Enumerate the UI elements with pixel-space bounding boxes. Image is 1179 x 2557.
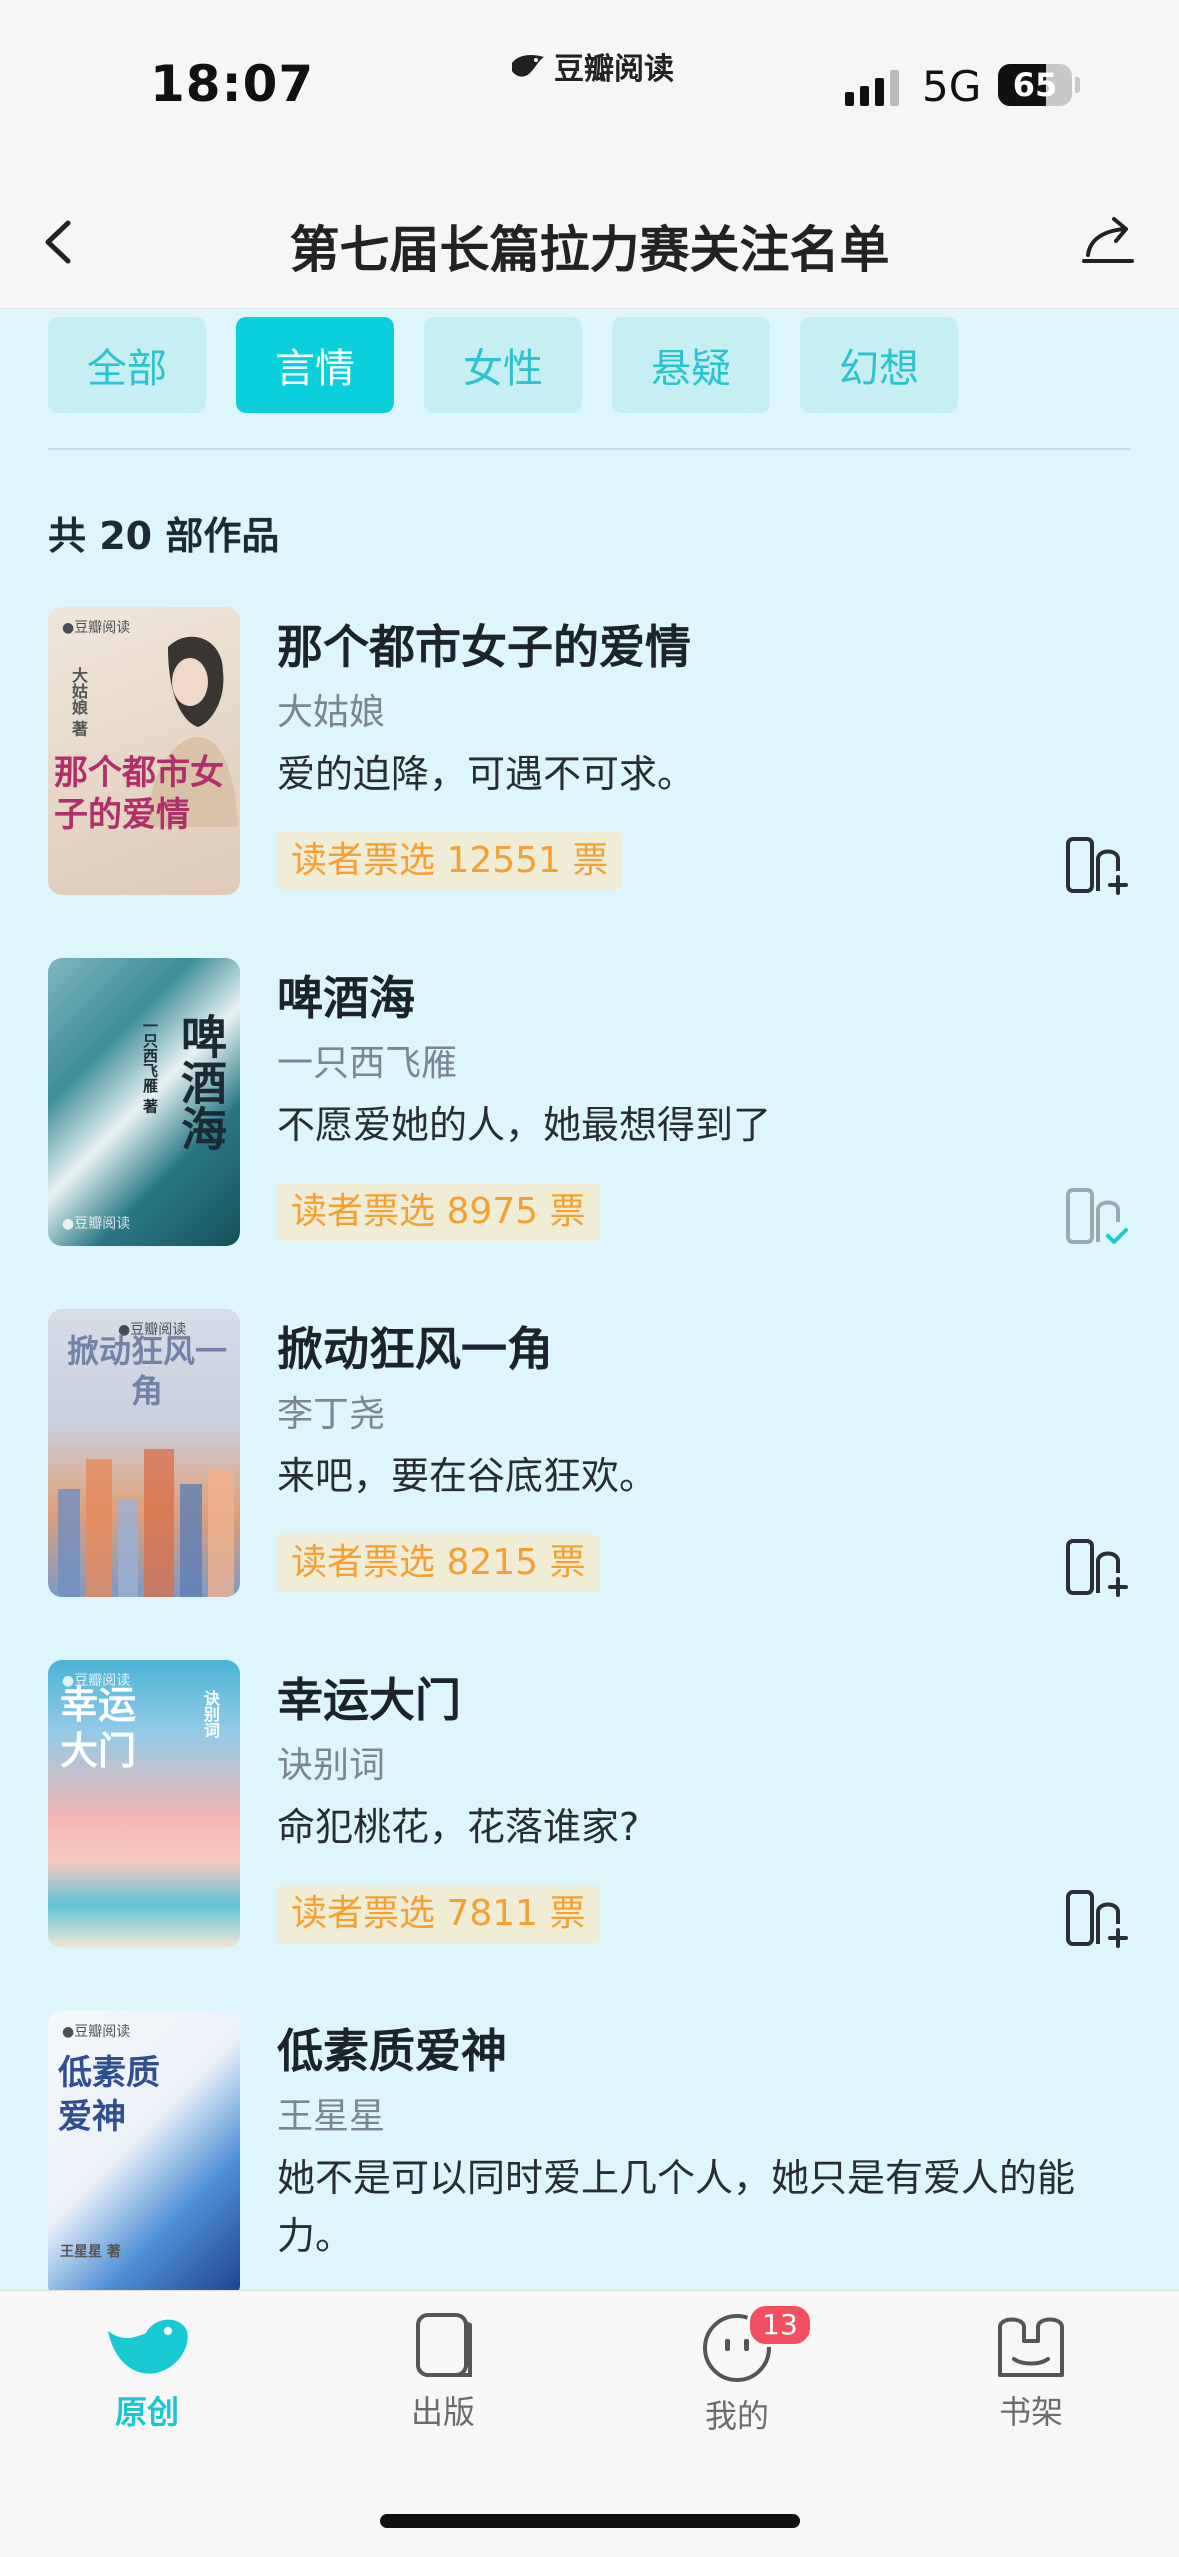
vote-badge: 读者票选 12551 票 <box>277 832 623 890</box>
nav-label: 我的 <box>704 2397 769 2435</box>
book-item[interactable]: ●豆瓣阅读 啤酒海 一只西飞雁 著 啤酒海 一只西飞雁 不愿爱她的人，她最想得到… <box>0 958 1179 1258</box>
book-author: 李丁尧 <box>277 1394 386 1435</box>
nav-original[interactable]: 原创 <box>57 2311 237 2433</box>
publisher-logo: ●豆瓣阅读 <box>62 620 131 636</box>
book-title[interactable]: 那个都市女子的爱情 <box>277 611 691 677</box>
book-cover[interactable]: ●豆瓣阅读 低素质爱神 王星星 著 <box>48 2011 240 2299</box>
add-to-shelf-icon[interactable] <box>1064 1537 1128 1599</box>
book-author: 一只西飞雁 <box>277 1043 458 1084</box>
book-item[interactable]: ●豆瓣阅读 幸运大门 诀别词 幸运大门 诀别词 命犯桃花，花落谁家? 读者票选 … <box>0 1660 1179 1960</box>
signal-icon <box>845 70 899 106</box>
battery-tip <box>1075 77 1080 93</box>
cover-author: 一只西飞雁 著 <box>141 1018 159 1114</box>
battery-level: 65 <box>1012 66 1058 104</box>
book-cover[interactable]: ●豆瓣阅读 那个都市女子的爱情 大姑娘 著 <box>48 607 240 895</box>
book-title[interactable]: 低素质爱神 <box>277 2015 507 2081</box>
douban-logo-icon <box>512 55 544 77</box>
cover-author: 诀别词 <box>201 1690 220 1738</box>
cover-author: 大姑娘 著 <box>69 667 88 737</box>
tab-romance[interactable]: 言情 <box>236 317 394 413</box>
book-author: 诀别词 <box>277 1745 386 1786</box>
add-to-shelf-icon[interactable] <box>1064 1888 1128 1950</box>
publisher-logo: ●豆瓣阅读 <box>62 1216 131 1232</box>
tab-label: 幻想 <box>839 346 919 392</box>
book-title[interactable]: 啤酒海 <box>277 962 415 1028</box>
book-item[interactable]: ●豆瓣阅读 低素质爱神 王星星 著 低素质爱神 王星星 她不是可以同时爱上几个人… <box>0 2011 1179 2311</box>
nav-label: 原创 <box>114 2393 179 2431</box>
book-cover[interactable]: ●豆瓣阅读 啤酒海 一只西飞雁 著 <box>48 958 240 1246</box>
book-description: 命犯桃花，花落谁家? <box>277 1805 640 1849</box>
book-icon <box>416 2313 472 2377</box>
app-brand-label: 豆瓣阅读 <box>554 52 674 87</box>
nav-publish[interactable]: 出版 <box>353 2311 533 2433</box>
app-brand: 豆瓣阅读 <box>510 44 674 88</box>
nav-bookshelf[interactable]: 书架 <box>941 2311 1121 2433</box>
nav-mine[interactable]: 13 我的 <box>647 2303 827 2437</box>
book-description: 不愿爱她的人，她最想得到了 <box>277 1103 772 1147</box>
book-item[interactable]: ●豆瓣阅读 那个都市女子的爱情 大姑娘 著 那个都市女子的爱情 大姑娘 爱的迫降… <box>0 607 1179 907</box>
book-description: 她不是可以同时爱上几个人，她只是有爱人的能力。 <box>277 2156 1076 2258</box>
book-cover[interactable]: ●豆瓣阅读 掀动狂风一角 <box>48 1309 240 1597</box>
cover-title: 低素质爱神 <box>58 2053 160 2137</box>
book-item[interactable]: ●豆瓣阅读 掀动狂风一角 掀动狂风一角 李丁尧 来吧，要在谷底狂欢。 读者票选 … <box>0 1309 1179 1609</box>
bird-icon <box>108 2319 188 2374</box>
tab-female[interactable]: 女性 <box>424 317 582 413</box>
vote-badge: 读者票选 8215 票 <box>277 1534 600 1592</box>
vote-badge: 读者票选 8975 票 <box>277 1183 600 1241</box>
nav-label: 书架 <box>998 2393 1063 2431</box>
tab-label: 全部 <box>87 346 167 392</box>
book-cover[interactable]: ●豆瓣阅读 幸运大门 诀别词 <box>48 1660 240 1948</box>
publisher-logo: ●豆瓣阅读 <box>62 2024 131 2040</box>
tab-suspense[interactable]: 悬疑 <box>612 317 770 413</box>
network-type: 5G <box>922 62 982 111</box>
book-title[interactable]: 掀动狂风一角 <box>277 1313 553 1379</box>
book-title[interactable]: 幸运大门 <box>277 1664 461 1730</box>
tab-label: 女性 <box>463 346 543 392</box>
book-description: 爱的迫降，可遇不可求。 <box>277 752 696 796</box>
shelf-icon <box>998 2317 1064 2377</box>
cover-author: 王星星 著 <box>60 2244 121 2260</box>
battery-icon: 65 <box>998 64 1072 106</box>
nav-label: 出版 <box>410 2393 475 2431</box>
book-description: 来吧，要在谷底狂欢。 <box>277 1454 658 1498</box>
book-author: 王星星 <box>277 2096 386 2137</box>
page-title: 第七届长篇拉力赛关注名单 <box>289 221 890 279</box>
notification-badge: 13 <box>747 2303 813 2347</box>
top-header: 18:07 豆瓣阅读 5G 65 第七届长篇拉力赛关注名单 <box>0 0 1179 309</box>
divider <box>48 448 1131 450</box>
share-icon[interactable] <box>1080 215 1136 267</box>
tab-label: 悬疑 <box>651 346 731 392</box>
works-count: 共 20 部作品 <box>48 514 280 558</box>
vote-badge: 读者票选 7811 票 <box>277 1885 600 1943</box>
status-time: 18:07 <box>150 55 315 113</box>
cover-title: 幸运大门 <box>60 1682 137 1773</box>
category-tabs: 全部 言情 女性 悬疑 幻想 <box>48 317 958 413</box>
cover-title: 啤酒海 <box>174 1013 228 1151</box>
book-author: 大姑娘 <box>277 692 386 733</box>
home-indicator <box>380 2514 800 2528</box>
cover-title: 那个都市女子的爱情 <box>54 753 224 835</box>
tab-label: 言情 <box>275 346 355 392</box>
tab-all[interactable]: 全部 <box>48 317 206 413</box>
cover-title: 掀动狂风一角 <box>66 1332 227 1410</box>
cover-city-illustration <box>58 1449 234 1597</box>
in-shelf-check-icon[interactable] <box>1064 1186 1128 1248</box>
tab-fantasy[interactable]: 幻想 <box>800 317 958 413</box>
add-to-shelf-icon[interactable] <box>1064 835 1128 897</box>
